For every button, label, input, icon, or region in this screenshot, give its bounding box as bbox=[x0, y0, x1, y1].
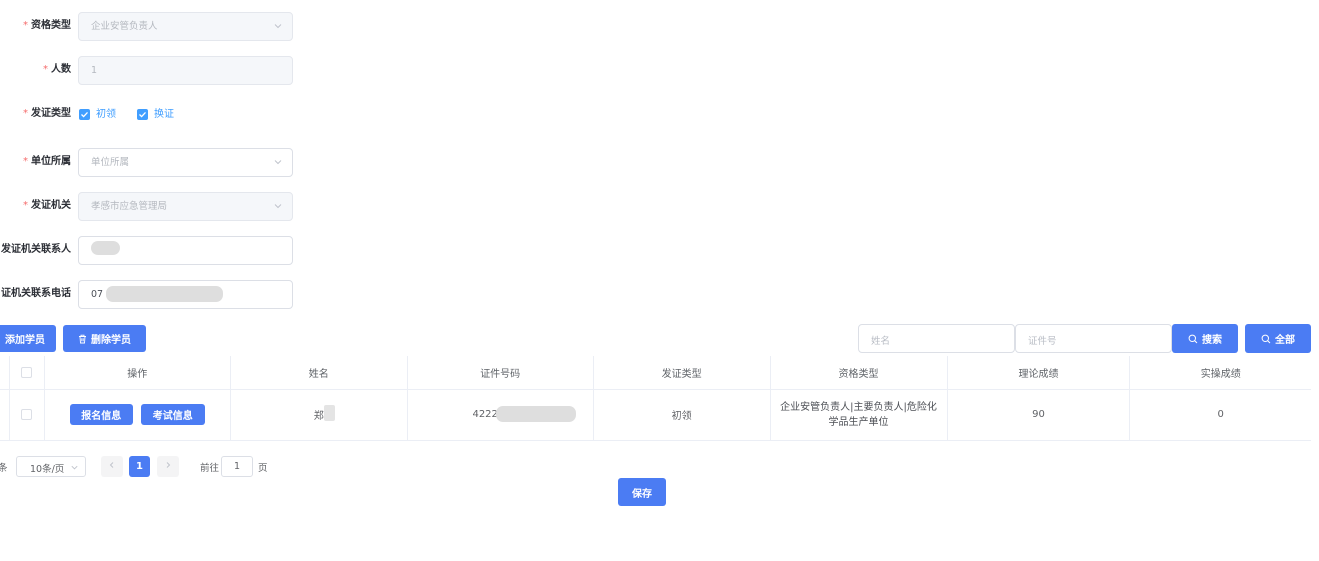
table-cell-issue-type: 初领 bbox=[593, 389, 771, 441]
authority-contact-input[interactable] bbox=[78, 236, 293, 265]
goto-page-input[interactable]: 1 bbox=[221, 456, 253, 477]
goto-prefix: 前往 bbox=[200, 463, 220, 474]
search-button[interactable]: 搜索 bbox=[1172, 324, 1238, 353]
student-table: 操作 姓名 证件号码 发证类型 资格类型 理论成绩 实操成绩 报名信息 考试信息… bbox=[0, 356, 1311, 441]
table-header-theory-score: 理论成绩 bbox=[947, 356, 1131, 390]
row-checkbox[interactable] bbox=[21, 408, 33, 420]
affiliation-placeholder: 单位所属 bbox=[91, 157, 130, 168]
exam-info-button[interactable]: 考试信息 bbox=[140, 404, 205, 425]
table-row-index bbox=[0, 389, 10, 441]
table-header-qualification: 资格类型 bbox=[770, 356, 948, 390]
search-icon bbox=[1261, 334, 1271, 344]
qualification-type-value: 企业安管负责人 bbox=[91, 21, 158, 32]
page-1-button[interactable]: 1 bbox=[129, 456, 150, 477]
idno-search-input[interactable]: 证件号 bbox=[1015, 324, 1172, 353]
table-row-actions: 报名信息 考试信息 bbox=[44, 389, 231, 441]
redacted-contact-name bbox=[91, 241, 120, 255]
chevron-down-icon bbox=[273, 21, 283, 31]
affiliation-label: * 单位所属 bbox=[23, 156, 71, 167]
table-header-id-number: 证件号码 bbox=[407, 356, 594, 390]
chevron-right-icon bbox=[164, 461, 172, 472]
name-search-input[interactable]: 姓名 bbox=[858, 324, 1015, 353]
authority-phone-input[interactable]: 07 bbox=[78, 280, 293, 309]
table-cell-theory-score: 90 bbox=[947, 389, 1131, 441]
chevron-down-icon bbox=[70, 463, 79, 475]
table-header-issue-type: 发证类型 bbox=[593, 356, 771, 390]
chevron-down-icon bbox=[273, 157, 283, 167]
authority-contact-label: 发证机关联系人 bbox=[1, 244, 71, 255]
table-header-row: 操作 姓名 证件号码 发证类型 资格类型 理论成绩 实操成绩 bbox=[0, 356, 1311, 390]
table-header-select[interactable] bbox=[9, 356, 45, 390]
affiliation-select[interactable]: 单位所属 bbox=[78, 148, 293, 177]
table-cell-name: 郑 bbox=[230, 389, 408, 441]
headcount-label: * 人数 bbox=[43, 64, 71, 75]
table-header-practical-score: 实操成绩 bbox=[1129, 356, 1311, 390]
chevron-left-icon bbox=[108, 461, 116, 472]
table-cell-practical-score: 0 bbox=[1129, 389, 1311, 441]
goto-suffix: 页 bbox=[258, 463, 268, 474]
table-row: 报名信息 考试信息 郑 4222 初领 企业安管负责人|主要负责人|危险化学品生… bbox=[0, 389, 1311, 441]
issuing-authority-select[interactable]: 孝感市应急管理局 bbox=[78, 192, 293, 221]
qualification-type-label: * 资格类型 bbox=[23, 20, 71, 31]
checkbox-initial-issue-label[interactable]: 初领 bbox=[96, 109, 116, 121]
save-button[interactable]: 保存 bbox=[618, 478, 666, 506]
prev-page-button[interactable] bbox=[101, 456, 123, 477]
show-all-button[interactable]: 全部 bbox=[1245, 324, 1311, 353]
cert-issue-type-label: * 发证类型 bbox=[23, 108, 71, 119]
delete-student-button[interactable]: 删除学员 bbox=[63, 325, 146, 352]
trash-icon bbox=[78, 334, 87, 344]
issuing-authority-label: * 发证机关 bbox=[23, 200, 71, 211]
checkbox-initial-issue[interactable] bbox=[79, 109, 90, 120]
redacted-name bbox=[323, 405, 335, 421]
qualification-type-select[interactable]: 企业安管负责人 bbox=[78, 12, 293, 41]
redacted-id-number bbox=[496, 406, 577, 422]
select-all-checkbox[interactable] bbox=[21, 366, 33, 378]
add-student-button[interactable]: 添加学员 bbox=[0, 325, 56, 352]
total-count-suffix: 条 bbox=[0, 463, 8, 474]
chevron-down-icon bbox=[273, 201, 283, 211]
headcount-value: 1 bbox=[91, 65, 98, 76]
registration-info-button[interactable]: 报名信息 bbox=[69, 404, 133, 425]
checkbox-renewal[interactable] bbox=[137, 109, 148, 120]
table-cell-qualification: 企业安管负责人|主要负责人|危险化学品生产单位 bbox=[770, 389, 948, 441]
table-header-name: 姓名 bbox=[230, 356, 408, 390]
checkbox-renewal-label[interactable]: 换证 bbox=[154, 109, 174, 121]
search-icon bbox=[1188, 334, 1198, 344]
table-row-select[interactable] bbox=[9, 389, 45, 441]
table-header-index bbox=[0, 356, 10, 390]
authority-phone-label: 证机关联系电话 bbox=[1, 288, 71, 299]
table-header-actions: 操作 bbox=[44, 356, 231, 390]
authority-phone-prefix: 07 bbox=[91, 289, 104, 300]
headcount-input[interactable]: 1 bbox=[78, 56, 293, 85]
issuing-authority-value: 孝感市应急管理局 bbox=[91, 201, 168, 212]
page-size-select[interactable]: 10条/页 bbox=[16, 456, 86, 477]
next-page-button[interactable] bbox=[157, 456, 179, 477]
redacted-phone-number bbox=[106, 286, 223, 302]
table-cell-id-number: 4222 bbox=[407, 389, 594, 441]
